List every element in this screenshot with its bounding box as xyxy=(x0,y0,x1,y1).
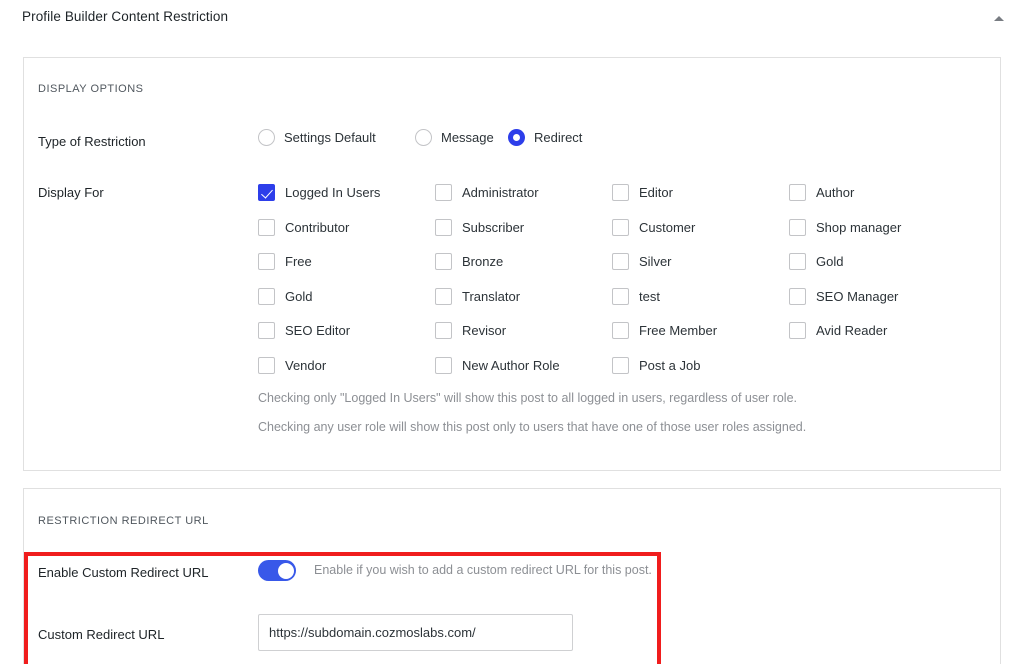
checkbox-unchecked-icon xyxy=(612,218,629,236)
checkbox-role-customer[interactable]: Customer xyxy=(612,218,696,236)
checkbox-role-gold[interactable]: Gold xyxy=(258,287,313,305)
checkbox-unchecked-icon xyxy=(789,322,806,339)
radio-label-settings-default: Settings Default xyxy=(284,130,376,145)
checkbox-role-test[interactable]: test xyxy=(612,287,660,305)
enable-custom-redirect-url-help: Enable if you wish to add a custom redir… xyxy=(314,563,652,577)
checkbox-role-free[interactable]: Free xyxy=(258,253,312,270)
checkbox-label: Administrator xyxy=(462,185,539,200)
radio-message[interactable]: Message xyxy=(415,129,494,146)
checkbox-unchecked-icon xyxy=(612,253,629,270)
checkbox-role-new-author-role[interactable]: New Author Role xyxy=(435,356,560,374)
checkbox-label: Translator xyxy=(462,288,521,304)
checkbox-role-gold[interactable]: Gold xyxy=(789,253,843,270)
caret-up-icon xyxy=(994,15,1004,21)
radio-unchecked-icon xyxy=(258,129,275,146)
checkbox-label: Editor xyxy=(639,185,673,200)
checkbox-label: SEO Manager xyxy=(816,288,899,304)
checkbox-unchecked-icon xyxy=(258,253,275,270)
checkbox-role-translator[interactable]: Translator xyxy=(435,287,521,305)
checkbox-label: Logged In Users xyxy=(285,185,381,200)
checkbox-role-seo-editor[interactable]: SEO Editor xyxy=(258,322,350,339)
radio-label-redirect: Redirect xyxy=(534,130,583,145)
radio-redirect[interactable]: Redirect xyxy=(508,129,582,146)
checkbox-unchecked-icon xyxy=(789,287,806,305)
checkbox-role-revisor[interactable]: Revisor xyxy=(435,322,506,339)
checkbox-unchecked-icon xyxy=(789,218,806,236)
checkbox-label: Subscriber xyxy=(462,219,525,235)
collapse-metabox-button[interactable] xyxy=(986,6,1012,30)
checkbox-label: Free Member xyxy=(639,323,718,338)
checkbox-role-free-member[interactable]: Free Member xyxy=(612,322,717,339)
display-for-checkbox-grid: Logged In Users Administrator Editor Author… xyxy=(258,184,998,374)
checkbox-unchecked-icon xyxy=(435,218,452,236)
checkbox-unchecked-icon xyxy=(789,184,806,201)
metabox-header: Profile Builder Content Restriction xyxy=(0,0,1024,36)
checkbox-role-post-a-job[interactable]: Post a Job xyxy=(612,356,701,374)
checkbox-role-subscriber[interactable]: Subscriber xyxy=(435,218,525,236)
checkbox-role-editor[interactable]: Editor xyxy=(612,184,673,201)
display-for-label: Display For xyxy=(38,185,104,200)
checkbox-label: Free xyxy=(285,254,312,269)
type-of-restriction-label: Type of Restriction xyxy=(38,134,146,149)
checkbox-unchecked-icon xyxy=(435,356,452,374)
checkbox-role-shop-manager[interactable]: Shop manager xyxy=(789,218,902,236)
display-for-help-line-2: Checking any user role will show this po… xyxy=(258,420,807,434)
checkbox-unchecked-icon xyxy=(612,287,629,305)
checkbox-label: Author xyxy=(816,185,855,200)
checkbox-unchecked-icon xyxy=(612,356,629,374)
checkbox-role-bronze[interactable]: Bronze xyxy=(435,253,503,270)
checkbox-unchecked-icon xyxy=(612,322,629,339)
display-options-section-label: DISPLAY OPTIONS xyxy=(38,83,144,95)
enable-custom-redirect-url-label: Enable Custom Redirect URL xyxy=(38,565,209,580)
checkbox-label: Post a Job xyxy=(639,357,701,373)
checkbox-label: Vendor xyxy=(285,357,327,373)
checkbox-unchecked-icon xyxy=(258,218,275,236)
radio-settings-default[interactable]: Settings Default xyxy=(258,129,376,146)
checkbox-checked-icon xyxy=(258,184,275,201)
radio-checked-icon xyxy=(508,129,525,146)
checkbox-label: Gold xyxy=(816,254,844,269)
radio-label-message: Message xyxy=(441,130,494,145)
checkbox-role-avid-reader[interactable]: Avid Reader xyxy=(789,322,887,339)
checkbox-label: Contributor xyxy=(285,219,350,235)
content-restriction-metabox: Profile Builder Content Restriction DISP… xyxy=(0,0,1024,664)
checkbox-role-administrator[interactable]: Administrator xyxy=(435,184,539,201)
display-options-panel: DISPLAY OPTIONS Type of Restriction Sett… xyxy=(23,57,1001,471)
custom-redirect-url-label: Custom Redirect URL xyxy=(38,627,165,642)
checkbox-unchecked-icon xyxy=(435,253,452,270)
checkbox-label: Bronze xyxy=(462,254,504,269)
toggle-knob xyxy=(277,562,294,579)
checkbox-role-author[interactable]: Author xyxy=(789,184,854,201)
restriction-redirect-url-panel: RESTRICTION REDIRECT URL Enable Custom R… xyxy=(23,488,1001,664)
checkbox-role-seo-manager[interactable]: SEO Manager xyxy=(789,287,899,305)
checkbox-unchecked-icon xyxy=(612,184,629,201)
checkbox-unchecked-icon xyxy=(258,322,275,339)
radio-unchecked-icon xyxy=(415,129,432,146)
checkbox-role-logged-in-users[interactable]: Logged In Users xyxy=(258,184,380,201)
checkbox-label: test xyxy=(639,288,660,304)
checkbox-label: Shop manager xyxy=(816,219,902,235)
page-title: Profile Builder Content Restriction xyxy=(22,9,229,24)
display-for-help-line-1: Checking only "Logged In Users" will sho… xyxy=(258,391,798,405)
checkbox-role-silver[interactable]: Silver xyxy=(612,253,672,270)
checkbox-role-contributor[interactable]: Contributor xyxy=(258,218,350,236)
checkbox-label: Avid Reader xyxy=(816,323,888,338)
restriction-redirect-url-section-label: RESTRICTION REDIRECT URL xyxy=(38,515,209,527)
enable-custom-redirect-url-toggle[interactable] xyxy=(258,560,296,581)
checkbox-label: New Author Role xyxy=(462,357,560,373)
checkbox-label: Customer xyxy=(639,219,696,235)
checkbox-unchecked-icon xyxy=(435,287,452,305)
checkbox-unchecked-icon xyxy=(258,287,275,305)
checkbox-label: Gold xyxy=(285,288,313,304)
checkbox-role-vendor[interactable]: Vendor xyxy=(258,356,327,374)
checkbox-unchecked-icon xyxy=(435,322,452,339)
custom-redirect-url-input[interactable] xyxy=(258,614,573,651)
checkbox-unchecked-icon xyxy=(258,356,275,374)
checkbox-label: Revisor xyxy=(462,323,507,338)
checkbox-unchecked-icon xyxy=(789,253,806,270)
checkbox-label: SEO Editor xyxy=(285,323,351,338)
checkbox-unchecked-icon xyxy=(435,184,452,201)
checkbox-label: Silver xyxy=(639,254,672,269)
